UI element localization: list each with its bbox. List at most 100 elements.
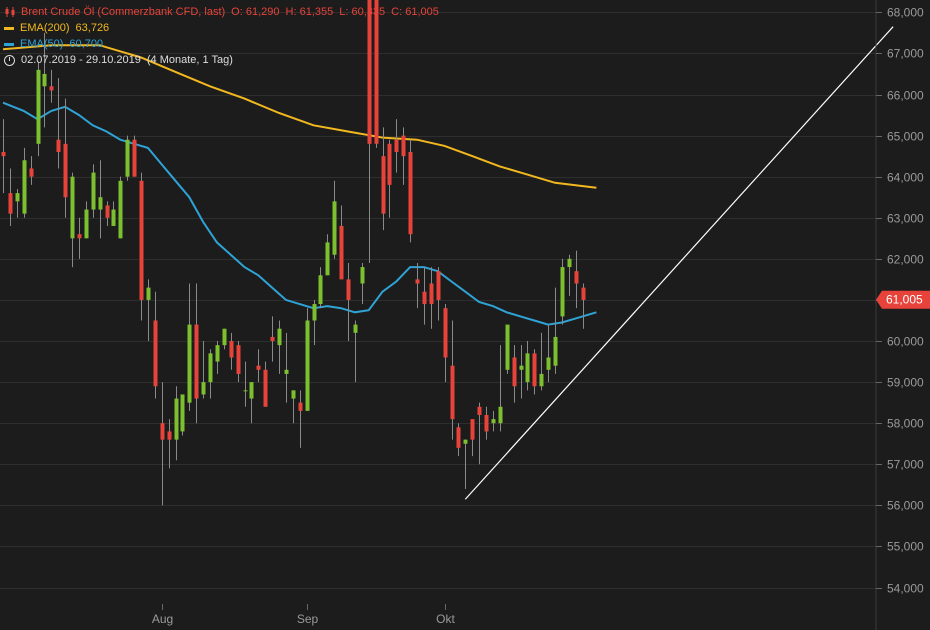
candle-body bbox=[519, 365, 524, 370]
candle-body bbox=[167, 431, 172, 440]
candle-body bbox=[360, 267, 365, 284]
candle-body bbox=[553, 336, 558, 366]
candle-body bbox=[125, 139, 130, 177]
candle-body bbox=[249, 382, 254, 399]
close-label: C: 61,005 bbox=[391, 6, 439, 18]
candle-up bbox=[118, 176, 123, 239]
candle-body bbox=[22, 160, 27, 214]
candle-body bbox=[208, 353, 213, 383]
candle-body bbox=[429, 283, 434, 305]
candle-body bbox=[422, 291, 427, 305]
ema50-value: 60,700 bbox=[69, 38, 104, 50]
candle-body bbox=[450, 365, 455, 420]
candle-body bbox=[91, 172, 96, 210]
candle-body bbox=[532, 353, 537, 387]
candle-body bbox=[160, 423, 165, 440]
candle-body bbox=[325, 242, 330, 276]
candle-body bbox=[111, 209, 116, 226]
candle-body bbox=[105, 205, 110, 218]
candle-body bbox=[346, 279, 351, 300]
x-tick-label: Sep bbox=[297, 612, 319, 626]
candle-body bbox=[243, 390, 248, 392]
ema200-swatch bbox=[4, 26, 14, 30]
candle-body bbox=[525, 353, 530, 383]
ema200-legend[interactable]: EMA(200) 63,726 bbox=[4, 20, 445, 36]
y-tick-label: 54,000 bbox=[887, 582, 924, 596]
candle-body bbox=[118, 180, 123, 239]
x-tick-label: Aug bbox=[152, 612, 173, 626]
candle-body bbox=[484, 414, 489, 432]
candle-up bbox=[180, 394, 185, 436]
price-chart[interactable]: 68,000 67,000 66,000 65,000 64,000 63,000 62,0… bbox=[0, 0, 930, 630]
candle-body bbox=[139, 180, 144, 300]
candle-body bbox=[332, 201, 337, 255]
y-tick-label: 56,000 bbox=[887, 499, 924, 513]
candle-body bbox=[29, 168, 34, 177]
range-row[interactable]: 02.07.2019 - 29.10.2019 (4 Monate, 1 Tag… bbox=[4, 52, 445, 68]
candle-up bbox=[125, 135, 130, 181]
date-range: 02.07.2019 - 29.10.2019 bbox=[21, 54, 141, 66]
candle-body bbox=[284, 369, 289, 374]
period: (4 Monate, 1 Tag) bbox=[146, 54, 233, 66]
candle-body bbox=[229, 341, 234, 358]
candle-body bbox=[401, 135, 406, 157]
candle-up bbox=[505, 324, 510, 374]
candle-body bbox=[498, 406, 503, 424]
instrument-row[interactable]: Brent Crude Öl (Commerzbank CFD, last) O… bbox=[4, 4, 445, 20]
plot-background bbox=[0, 0, 930, 630]
x-tick-label: Okt bbox=[436, 612, 455, 626]
ema50-legend[interactable]: EMA(50) 60,700 bbox=[4, 36, 445, 52]
candle-body bbox=[1, 152, 6, 157]
candle-body bbox=[49, 86, 54, 91]
candle-body bbox=[463, 439, 468, 444]
candle-body bbox=[70, 176, 75, 239]
candle-body bbox=[415, 279, 420, 284]
ema200-value: 63,726 bbox=[75, 22, 110, 34]
candle-body bbox=[339, 225, 344, 280]
candle-body bbox=[443, 308, 448, 358]
candle-body bbox=[312, 304, 317, 321]
candle-body bbox=[456, 427, 461, 448]
candle-body bbox=[277, 328, 282, 346]
ema200-label: EMA(200) bbox=[20, 22, 70, 34]
candle-body bbox=[394, 139, 399, 153]
low-label: L: 60,335 bbox=[339, 6, 386, 18]
candle-body bbox=[512, 357, 517, 387]
candle-body bbox=[132, 139, 137, 177]
candle-body bbox=[291, 390, 296, 399]
candle-up bbox=[560, 258, 565, 325]
candle-up bbox=[305, 308, 310, 411]
clock-icon bbox=[4, 54, 15, 66]
instrument-name: Brent Crude Öl (Commerzbank CFD, last) bbox=[21, 6, 226, 18]
candle-body bbox=[408, 152, 413, 235]
candle-down bbox=[132, 135, 137, 177]
candle-body bbox=[174, 398, 179, 440]
y-tick-label: 62,000 bbox=[887, 253, 924, 267]
candlestick-icon bbox=[5, 7, 15, 17]
candle-body bbox=[63, 143, 68, 198]
candle-body bbox=[153, 320, 158, 387]
candle-body bbox=[491, 419, 496, 424]
candle-body bbox=[236, 345, 241, 374]
open-label: O: 61,290 bbox=[231, 6, 280, 18]
candle-body bbox=[381, 156, 386, 214]
candle-body bbox=[77, 234, 82, 239]
y-tick-label: 57,000 bbox=[887, 458, 924, 472]
candle-body bbox=[187, 324, 192, 403]
candle-body bbox=[581, 287, 586, 300]
candle-body bbox=[567, 258, 572, 268]
y-tick-label: 67,000 bbox=[887, 47, 924, 61]
candle-body bbox=[180, 394, 185, 432]
candle-body bbox=[36, 69, 41, 144]
candle-body bbox=[436, 271, 441, 300]
candle-body bbox=[305, 320, 310, 411]
candle-body bbox=[560, 267, 565, 317]
candle-body bbox=[215, 345, 220, 362]
candle-body bbox=[353, 324, 358, 333]
candle-body bbox=[574, 271, 579, 284]
candle-body bbox=[505, 324, 510, 370]
candle-body bbox=[470, 419, 475, 440]
high-label: H: 61,355 bbox=[285, 6, 334, 18]
candle-body bbox=[298, 402, 303, 411]
candle-body bbox=[98, 197, 103, 210]
